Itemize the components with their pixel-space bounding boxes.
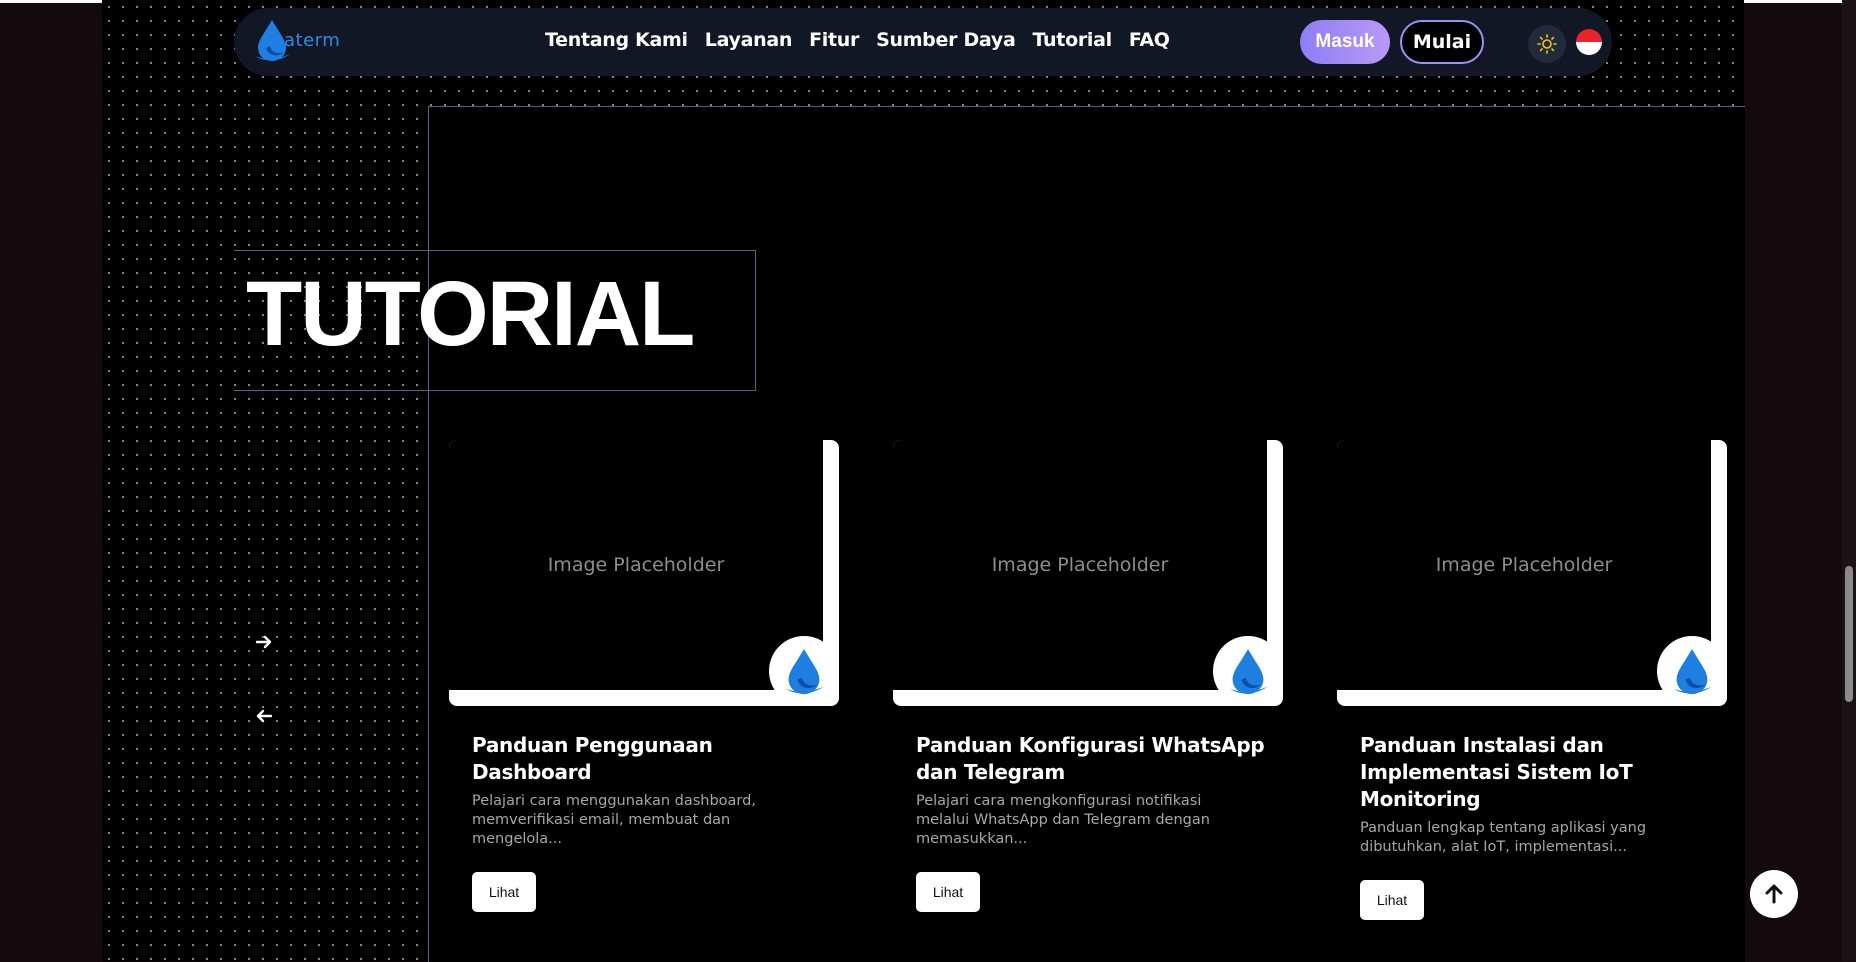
image-placeholder-text: Image Placeholder	[1435, 554, 1613, 576]
card-description: Pelajari cara menggunakan dashboard, mem…	[472, 793, 756, 847]
tutorial-card: Image Placeholder Panduan Instalasi dan …	[1337, 440, 1727, 920]
image-placeholder-text: Image Placeholder	[991, 554, 1169, 576]
nav-link-fitur[interactable]: Fitur	[809, 29, 859, 51]
image-placeholder-text: Image Placeholder	[547, 554, 725, 576]
carousel-prev-button[interactable]	[250, 702, 278, 730]
start-button[interactable]: Mulai	[1400, 20, 1484, 64]
view-button[interactable]: Lihat	[472, 872, 536, 912]
card-image[interactable]: Image Placeholder	[1337, 440, 1727, 706]
water-drop-icon	[1674, 649, 1712, 695]
nav-link-tutorial[interactable]: Tutorial	[1032, 29, 1112, 51]
nav-link-faq[interactable]: FAQ	[1129, 29, 1170, 51]
tutorial-card: Image Placeholder Panduan Penggunaan Das…	[449, 440, 839, 912]
arrow-left-icon	[256, 709, 273, 723]
view-button[interactable]: Lihat	[916, 872, 980, 912]
arrow-right-icon	[255, 635, 272, 649]
theme-toggle-button[interactable]	[1528, 25, 1566, 63]
card-badge	[1657, 636, 1727, 706]
card-description: Panduan lengkap tentang aplikasi yang di…	[1360, 820, 1647, 855]
card-description: Pelajari cara mengkonfigurasi notifikasi…	[916, 793, 1210, 847]
tutorial-card: Image Placeholder Panduan Konfigurasi Wh…	[893, 440, 1283, 912]
card-badge	[769, 636, 839, 706]
indonesia-flag-icon[interactable]	[1576, 29, 1602, 55]
scrollbar-track[interactable]	[1842, 0, 1856, 961]
scrollbar-thumb[interactable]	[1845, 566, 1853, 702]
water-drop-icon	[1230, 649, 1268, 695]
login-button[interactable]: Masuk	[1300, 20, 1390, 64]
nav-links: Tentang Kami Layanan Fitur Sumber Daya T…	[545, 29, 1170, 51]
sun-icon	[1537, 34, 1557, 54]
nav-link-sumber-daya[interactable]: Sumber Daya	[876, 29, 1016, 51]
arrow-up-icon	[1765, 884, 1783, 904]
card-image[interactable]: Image Placeholder	[893, 440, 1283, 706]
card-title: Panduan Konfigurasi WhatsApp dan Telegra…	[916, 733, 1265, 784]
card-badge	[1213, 636, 1283, 706]
brand-logo[interactable]: aterm	[254, 18, 344, 62]
card-image[interactable]: Image Placeholder	[449, 440, 839, 706]
view-button[interactable]: Lihat	[1360, 880, 1424, 920]
card-title: Panduan Penggunaan Dashboard	[472, 733, 713, 784]
card-title: Panduan Instalasi dan Implementasi Siste…	[1360, 733, 1633, 811]
nav-link-tentang-kami[interactable]: Tentang Kami	[545, 29, 688, 51]
water-drop-icon	[786, 649, 824, 695]
brand-name: aterm	[284, 30, 341, 51]
nav-link-layanan[interactable]: Layanan	[705, 29, 793, 51]
section-title: TUTORIAL	[246, 263, 695, 365]
scroll-to-top-button[interactable]	[1750, 870, 1798, 918]
carousel-next-button[interactable]	[250, 628, 278, 656]
